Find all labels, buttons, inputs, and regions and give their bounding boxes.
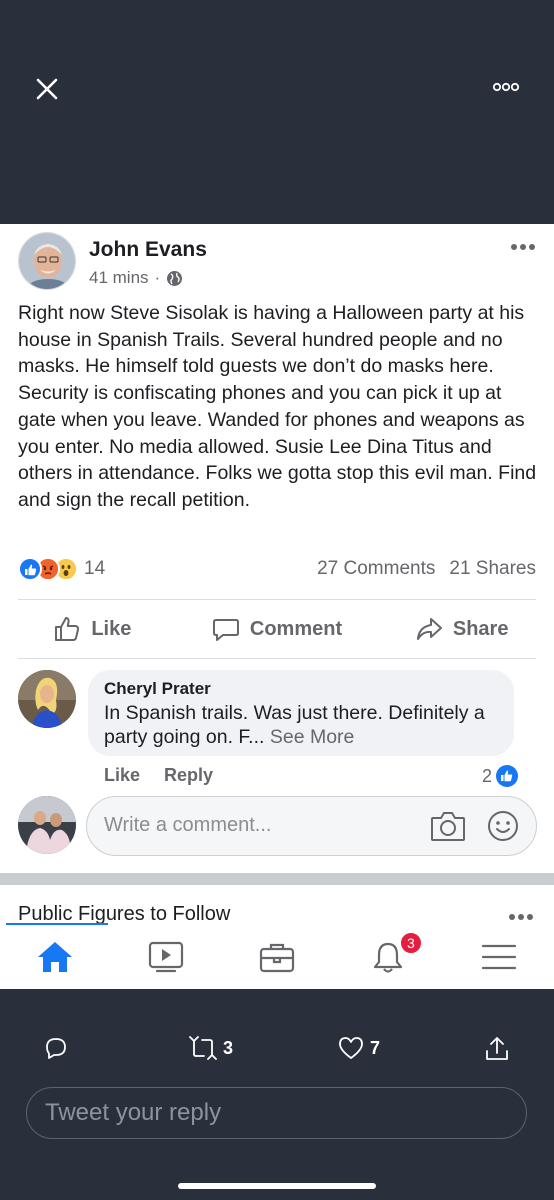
briefcase-icon	[259, 943, 295, 973]
close-icon[interactable]	[34, 76, 60, 102]
upload-share-icon	[486, 1037, 508, 1060]
notification-badge: 3	[398, 931, 423, 955]
share-button[interactable]: Share	[369, 609, 554, 649]
comment-like-count: 2	[481, 765, 492, 786]
shares-count[interactable]: 21 Shares	[449, 558, 536, 580]
tab-marketplace[interactable]	[222, 925, 333, 989]
tab-home[interactable]	[0, 925, 111, 989]
post-meta: 41 mins ·	[89, 268, 183, 288]
tab-menu[interactable]	[443, 925, 554, 989]
tab-watch[interactable]	[111, 925, 222, 989]
comment-like-link[interactable]: Like	[104, 765, 140, 786]
reactions-summary[interactable]: 14	[18, 557, 105, 581]
comment-likes[interactable]: 2	[482, 765, 518, 787]
globe-icon	[167, 270, 183, 286]
emoji-icon[interactable]	[487, 810, 519, 842]
post-actions: Like Comment Share	[0, 609, 554, 649]
divider	[18, 599, 536, 600]
reply-icon	[46, 1038, 66, 1059]
comment-icon	[212, 619, 239, 641]
post-more-icon[interactable]	[510, 242, 536, 252]
retweet-button[interactable]: 3	[189, 1036, 233, 1060]
comment-input[interactable]	[104, 797, 404, 854]
post-body: Right now Steve Sisolak is having a Hall…	[18, 302, 537, 511]
section-more-icon[interactable]	[508, 912, 534, 922]
comment-button[interactable]: Comment	[185, 609, 370, 649]
tweet-actions: 3 7	[0, 1030, 554, 1070]
post-time: 41 mins	[89, 268, 149, 287]
like-heart-button[interactable]: 7	[338, 1036, 380, 1060]
meta-separator: ·	[154, 268, 161, 287]
camera-icon[interactable]	[430, 810, 466, 842]
share-label: Share	[452, 617, 509, 640]
like-reaction-icon	[18, 557, 42, 581]
comment-label: Comment	[249, 617, 343, 640]
retweet-icon	[189, 1036, 217, 1060]
comment-bubble: Cheryl Prater In Spanish trails. Was jus…	[88, 670, 514, 756]
like-button[interactable]: Like	[0, 609, 185, 649]
comment-composer	[86, 796, 537, 856]
more-options-icon[interactable]	[492, 78, 520, 96]
author-avatar[interactable]	[18, 232, 76, 290]
facebook-post-card: John Evans 41 mins · Right now Steve Sis…	[0, 224, 554, 989]
author-name[interactable]: John Evans	[89, 238, 207, 262]
viewer-top-bar	[0, 0, 554, 224]
commenter-avatar[interactable]	[18, 670, 76, 728]
thumbs-up-icon	[55, 617, 80, 641]
like-reaction-icon	[496, 765, 518, 787]
post-stats: 27 Comments 21 Shares	[317, 558, 536, 580]
tweet-reply-box	[26, 1087, 527, 1139]
hamburger-menu-icon	[481, 944, 516, 970]
like-label: Like	[91, 617, 132, 640]
tweet-reply-input[interactable]	[45, 1088, 495, 1137]
comment-actions: Like Reply	[104, 765, 213, 786]
like-count: 7	[370, 1037, 381, 1058]
reaction-count: 14	[84, 558, 106, 579]
tab-notifications[interactable]: 3	[332, 925, 443, 989]
video-icon	[149, 941, 184, 973]
comment-text: In Spanish trails. Was just there. Defin…	[104, 701, 498, 749]
comments-count[interactable]: 27 Comments	[317, 558, 435, 580]
reply-button[interactable]	[44, 1036, 68, 1060]
share-icon	[416, 618, 442, 640]
share-tweet-button[interactable]	[484, 1036, 510, 1062]
divider	[18, 658, 536, 659]
retweet-count: 3	[223, 1037, 234, 1058]
home-icon	[38, 942, 73, 972]
current-user-avatar	[18, 796, 76, 854]
section-separator	[0, 873, 554, 885]
see-more-link[interactable]: See More	[270, 726, 355, 748]
comment-reply-link[interactable]: Reply	[164, 765, 213, 786]
commenter-name[interactable]: Cheryl Prater	[104, 679, 498, 699]
home-indicator[interactable]	[178, 1183, 376, 1189]
heart-icon	[339, 1037, 363, 1059]
bottom-tab-bar: 3	[0, 925, 554, 989]
